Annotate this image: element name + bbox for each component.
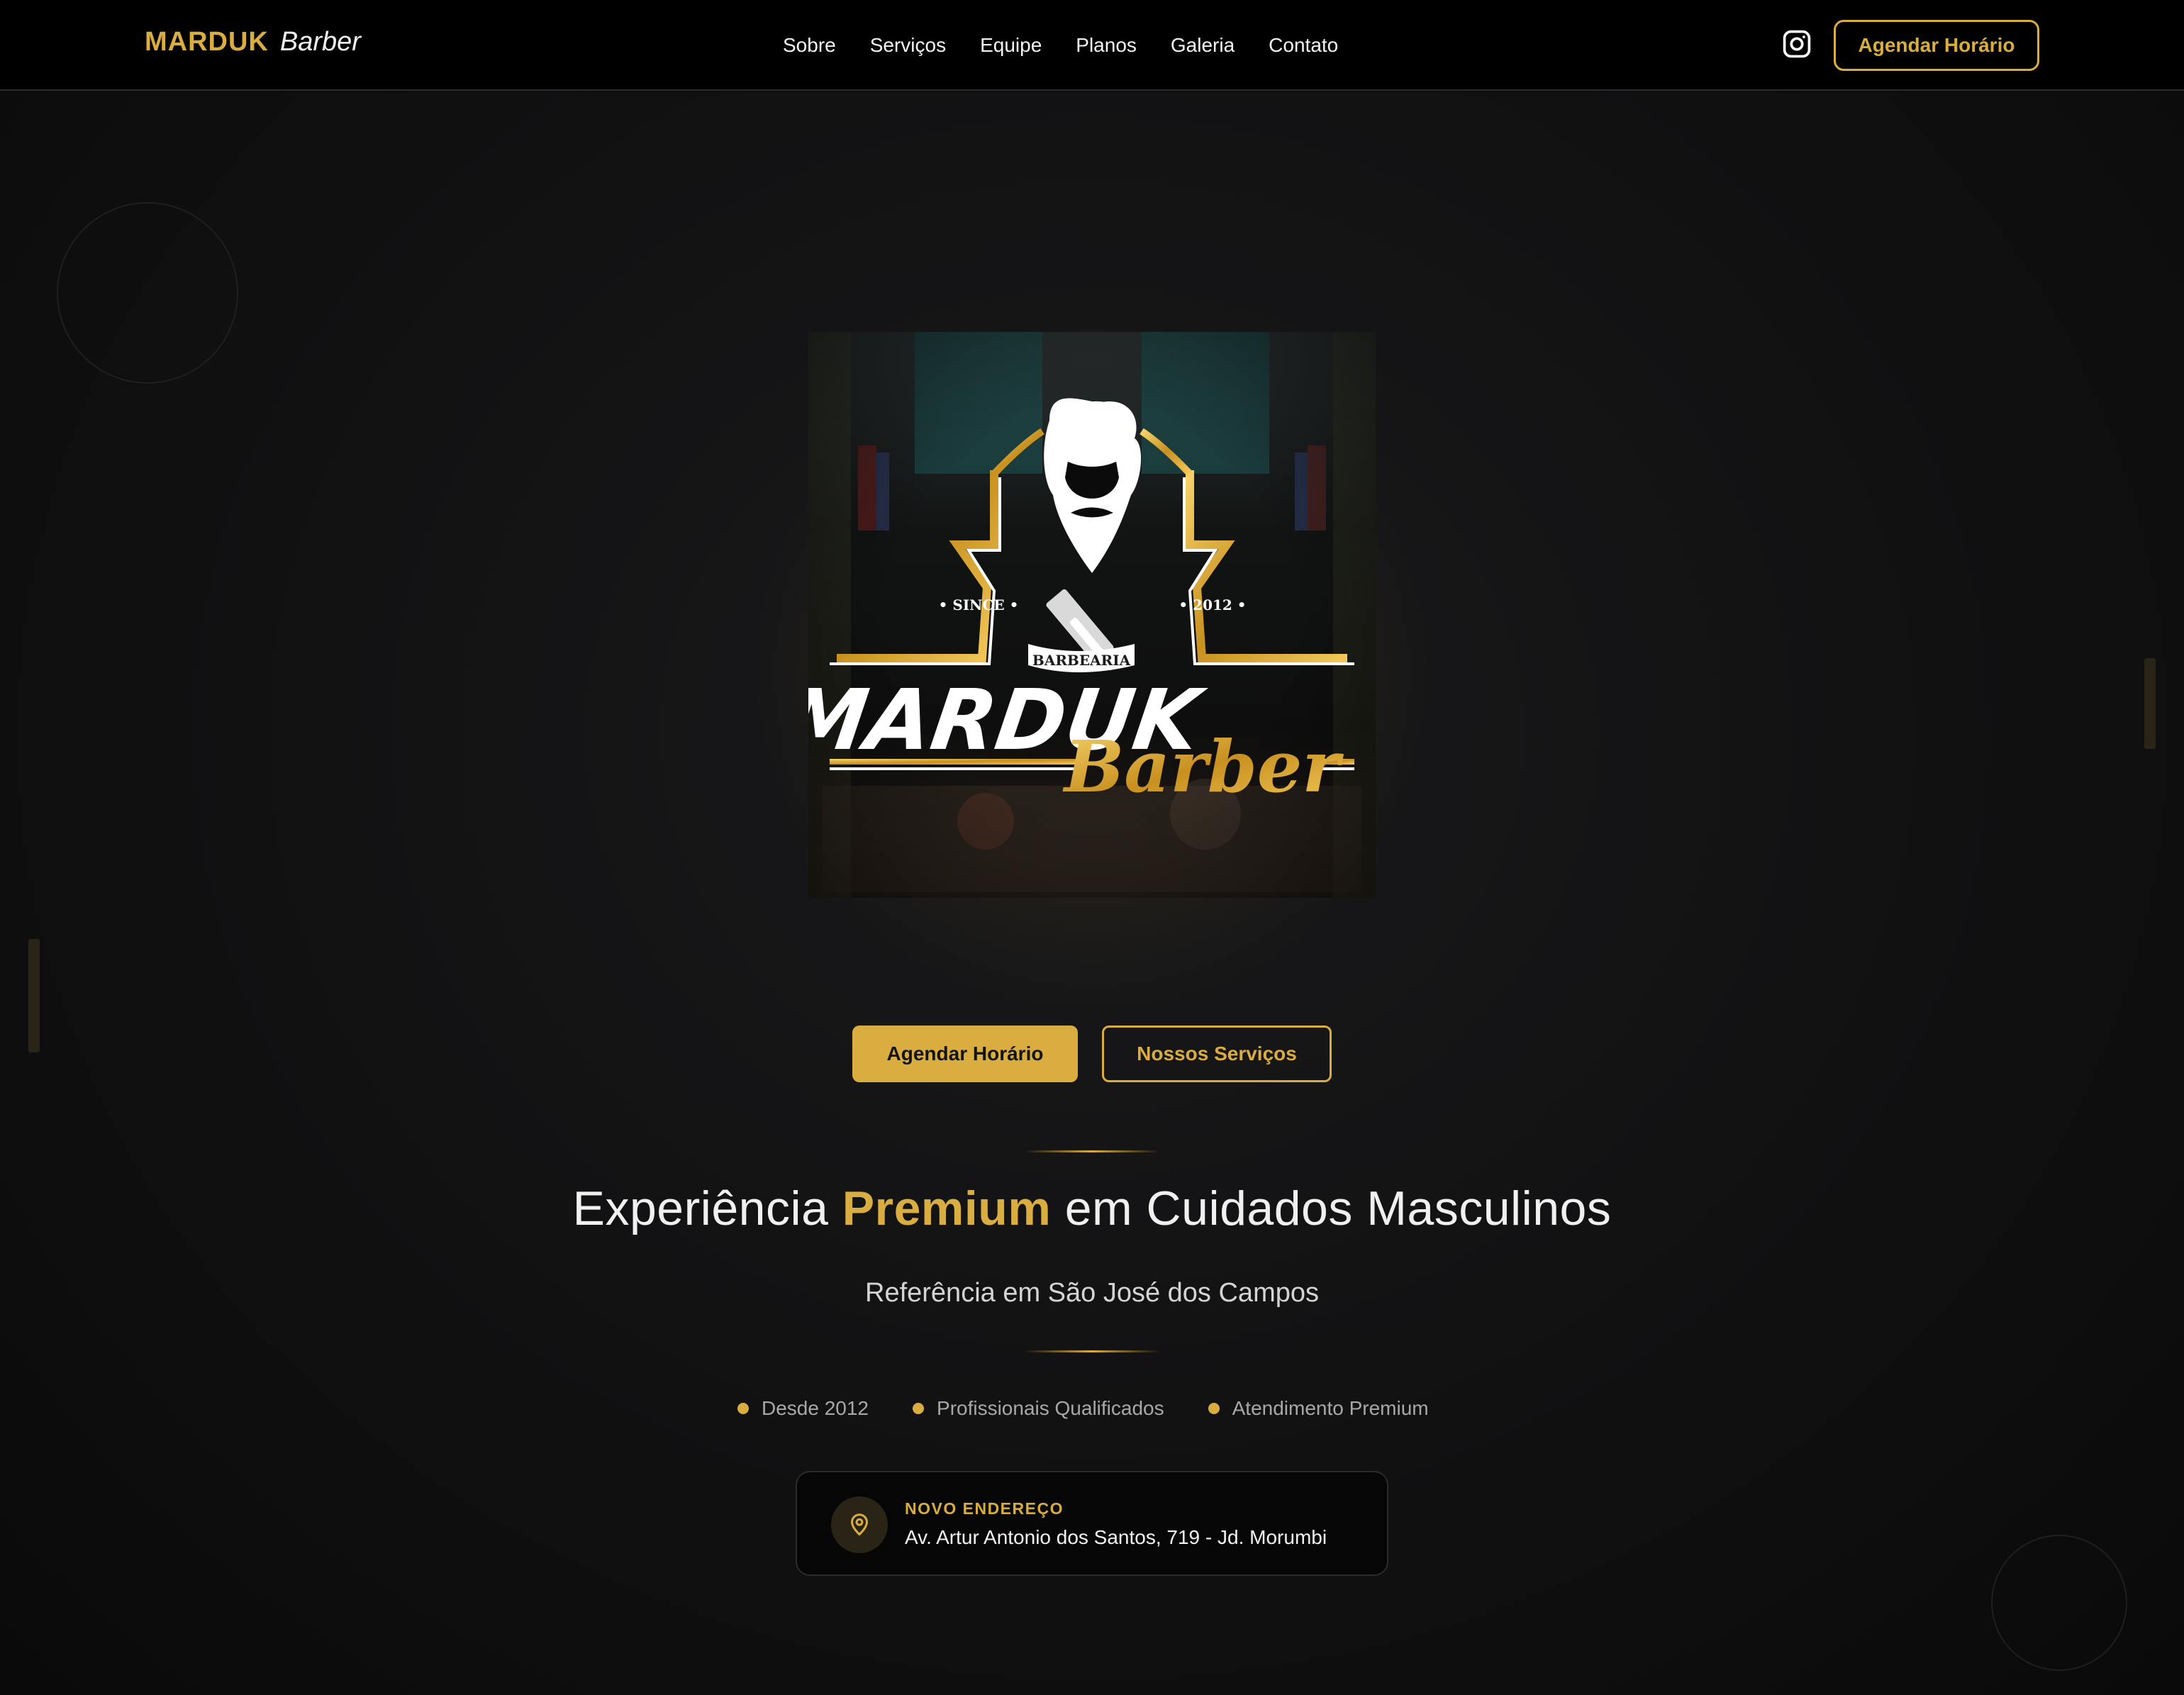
feature-label: Atendimento Premium	[1232, 1397, 1429, 1419]
decorative-circle	[57, 202, 238, 384]
feature-label: Desde 2012	[762, 1397, 869, 1419]
map-pin-icon	[831, 1496, 888, 1553]
services-button[interactable]: Nossos Serviços	[1102, 1026, 1332, 1082]
brand-logo-image: • SINCE • • 2012 • BARBEARIA MARDUK Barb…	[808, 332, 1376, 898]
logo-year-text: • 2012 •	[1179, 596, 1246, 613]
main-nav: Sobre Serviços Equipe Planos Galeria Con…	[783, 28, 1372, 62]
hero-subline: Referência em São José dos Campos	[865, 1278, 1319, 1308]
brand-subtitle: Barber	[279, 27, 361, 57]
address-label: NOVO ENDEREÇO	[905, 1499, 1064, 1518]
brand-name: MARDUK	[145, 27, 269, 57]
brand-logo[interactable]: MARDUK Barber	[145, 27, 361, 64]
instagram-icon[interactable]	[1781, 28, 1812, 60]
logo-ribbon-text: BARBEARIA	[1032, 652, 1131, 669]
headline-accent: Premium	[842, 1182, 1052, 1235]
nav-link-equipe[interactable]: Equipe	[980, 28, 1042, 62]
decorative-bar	[2144, 658, 2156, 749]
nav-link-contato[interactable]: Contato	[1269, 28, 1338, 62]
feature-list: Desde 2012 Profissionais Qualificados At…	[737, 1397, 1473, 1420]
feature-item: Desde 2012	[737, 1397, 869, 1420]
headline-prefix: Experiência	[572, 1182, 842, 1235]
logo-script-text: Barber	[1062, 725, 1344, 808]
schedule-button[interactable]: Agendar Horário	[852, 1026, 1078, 1082]
hero-headline: Experiência Premium em Cuidados Masculin…	[0, 1181, 2184, 1236]
bullet-dot-icon	[737, 1403, 749, 1414]
nav-link-planos[interactable]: Planos	[1076, 28, 1137, 62]
site-header: MARDUK Barber Sobre Serviços Equipe Plan…	[0, 0, 2184, 91]
feature-item: Profissionais Qualificados	[913, 1397, 1164, 1420]
hero-actions: Agendar Horário Nossos Serviços	[852, 1026, 1332, 1082]
hero-section: • SINCE • • 2012 • BARBEARIA MARDUK Barb…	[0, 92, 2184, 1695]
address-text: Av. Artur Antonio dos Santos, 719 - Jd. …	[905, 1526, 1327, 1548]
feature-label: Profissionais Qualificados	[937, 1397, 1164, 1419]
divider-top	[1025, 1150, 1159, 1152]
address-card[interactable]: NOVO ENDEREÇO Av. Artur Antonio dos Sant…	[796, 1471, 1388, 1576]
bullet-dot-icon	[1208, 1403, 1220, 1414]
nav-link-galeria[interactable]: Galeria	[1171, 28, 1235, 62]
decorative-circle	[1991, 1535, 2127, 1671]
feature-item: Atendimento Premium	[1208, 1397, 1429, 1420]
decorative-bar	[28, 939, 40, 1052]
logo-since-text: • SINCE •	[939, 596, 1019, 613]
header-schedule-button[interactable]: Agendar Horário	[1834, 20, 2039, 71]
headline-suffix: em Cuidados Masculinos	[1051, 1182, 1612, 1235]
nav-link-servicos[interactable]: Serviços	[870, 28, 946, 62]
bullet-dot-icon	[913, 1403, 925, 1414]
divider-bottom	[1025, 1350, 1159, 1352]
nav-link-sobre[interactable]: Sobre	[783, 28, 836, 62]
